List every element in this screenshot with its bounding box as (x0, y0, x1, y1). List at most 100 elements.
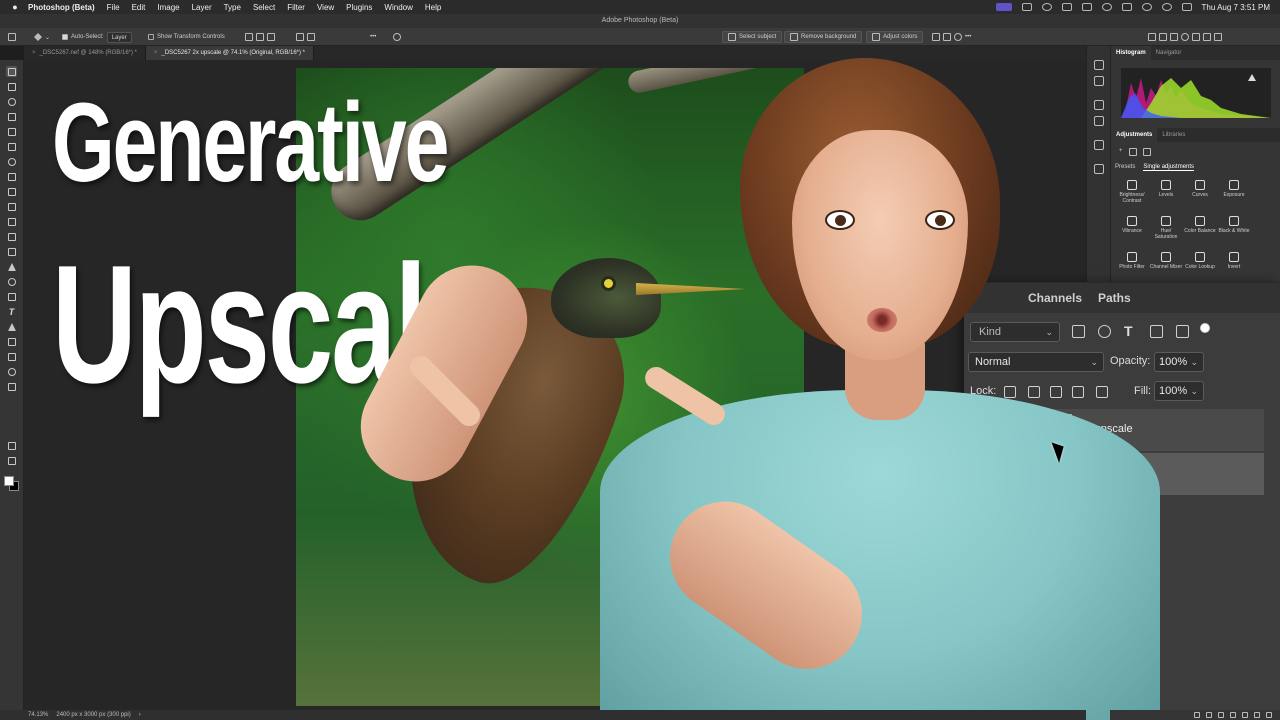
adj-levels[interactable]: Levels (1149, 180, 1183, 198)
zoom-tool-icon[interactable] (6, 366, 17, 377)
layer-row-empty[interactable] (964, 453, 1264, 495)
new-layer-icon[interactable] (1254, 712, 1260, 718)
trash-icon[interactable] (1142, 148, 1151, 156)
adjust-colors-button[interactable]: Adjust colors (866, 28, 924, 46)
document-canvas[interactable]: Generative Upscale (24, 60, 1086, 710)
pixel-filter-icon[interactable] (1072, 325, 1085, 338)
adj-black-white[interactable]: Black & White (1217, 216, 1251, 234)
quick-mask-icon[interactable] (6, 440, 17, 451)
remove-background-button[interactable]: Remove background (784, 28, 863, 46)
dropbox-icon[interactable] (1061, 3, 1072, 11)
tab-single-adjustments[interactable]: Single adjustments (1143, 164, 1195, 171)
blur-tool-icon[interactable] (6, 261, 17, 272)
adj-hue-saturation[interactable]: Hue/ Saturation (1149, 216, 1183, 240)
layer-thumbnail[interactable] (1000, 414, 1028, 446)
distribute-icons[interactable] (296, 28, 315, 46)
opacity-field[interactable]: 100% ⌄ (1154, 352, 1204, 372)
close-tab-icon[interactable]: × (154, 46, 158, 60)
history-panel-icon[interactable] (1094, 60, 1104, 70)
fx-icon[interactable] (1206, 712, 1212, 718)
adj-vibrance[interactable]: Vibrance (1115, 216, 1149, 234)
tab-channels[interactable]: Channels (1028, 291, 1082, 305)
dodge-tool-icon[interactable] (6, 276, 17, 287)
menu-plugins[interactable]: Plugins (346, 3, 372, 12)
foreground-color-swatch[interactable] (4, 476, 14, 486)
transform-controls-checkbox[interactable] (148, 34, 154, 40)
layers-panel-icon[interactable] (1094, 164, 1104, 174)
hand-tool-icon[interactable] (6, 351, 17, 362)
home-icon[interactable] (8, 28, 16, 46)
layer-row[interactable]: 2x upscale (964, 409, 1264, 451)
select-subject-button[interactable]: Select subject (722, 28, 783, 46)
brush-tool-icon[interactable] (6, 186, 17, 197)
adj-brightness-contrast[interactable]: Brightness/ Contrast (1115, 180, 1149, 204)
screen-mode-icon[interactable] (6, 455, 17, 466)
lock-artboard-icon[interactable] (1072, 386, 1084, 398)
menu-help[interactable]: Help (425, 3, 441, 12)
adj-channel-mixer[interactable]: Channel Mixer (1149, 252, 1183, 270)
menu-image[interactable]: Image (157, 3, 179, 12)
tab-navigator[interactable]: Navigator (1151, 46, 1187, 60)
add-icon[interactable]: + (1119, 148, 1123, 156)
bluetooth-icon[interactable] (1101, 3, 1112, 11)
blend-mode-dropdown[interactable]: Normal ⌄ (968, 352, 1104, 372)
object-selection-tool-icon[interactable] (6, 111, 17, 122)
menu-file[interactable]: File (107, 3, 120, 12)
monitor-icon[interactable] (1081, 3, 1092, 11)
lock-position-icon[interactable] (1050, 386, 1062, 398)
clone-stamp-tool-icon[interactable] (6, 201, 17, 212)
shape-filter-icon[interactable] (1150, 325, 1163, 338)
menu-view[interactable]: View (317, 3, 334, 12)
adj-exposure[interactable]: Exposure (1217, 180, 1251, 198)
marquee-tool-icon[interactable] (6, 81, 17, 92)
group-icon[interactable] (1242, 712, 1248, 718)
menu-layer[interactable]: Layer (192, 3, 212, 12)
smart-object-filter-icon[interactable] (1176, 325, 1189, 338)
menu-window[interactable]: Window (384, 3, 412, 12)
camera-icon[interactable] (1021, 3, 1032, 11)
battery-icon[interactable] (1121, 3, 1132, 11)
menu-select[interactable]: Select (253, 3, 275, 12)
lasso-tool-icon[interactable] (6, 96, 17, 107)
info-panel-icon[interactable] (1094, 116, 1104, 126)
transform-controls-option[interactable]: Show Transform Controls (148, 28, 225, 46)
rectangle-tool-icon[interactable] (6, 336, 17, 347)
layer-filter-kind[interactable]: Kind ⌄ (970, 322, 1060, 342)
link-icon[interactable] (1032, 423, 1040, 435)
gear-icon[interactable] (393, 28, 401, 46)
folder-icon[interactable] (1128, 148, 1137, 156)
tab-document-original[interactable]: × _DSC5267.nef @ 148% (RGB/16*) * (24, 46, 146, 60)
tab-histogram[interactable]: Histogram (1111, 46, 1151, 60)
move-tool-preset[interactable]: ⌄ (34, 28, 50, 46)
screen-record-icon[interactable] (995, 3, 1012, 11)
layer-name[interactable]: 2x upscale (1080, 423, 1133, 435)
pen-tool-icon[interactable] (6, 291, 17, 302)
auto-select-dropdown[interactable]: Layer (106, 31, 132, 43)
adjustment-layer-icon[interactable] (1230, 712, 1236, 718)
type-filter-icon[interactable]: T (1124, 324, 1137, 338)
adj-invert[interactable]: Invert (1217, 252, 1251, 270)
document-info[interactable]: 2400 px x 3000 px (300 ppi) (56, 712, 130, 718)
warning-icon[interactable] (1248, 74, 1256, 81)
play-icon[interactable] (1041, 3, 1052, 11)
adj-color-lookup[interactable]: Color Lookup (1183, 252, 1217, 270)
lock-transparent-icon[interactable] (1004, 386, 1016, 398)
properties-panel-icon[interactable] (1094, 100, 1104, 110)
app-menu[interactable]: Photoshop (Beta) (28, 3, 95, 12)
tab-paths[interactable]: Paths (1098, 291, 1131, 305)
eraser-tool-icon[interactable] (6, 231, 17, 242)
wifi-icon[interactable] (1141, 3, 1152, 11)
adjustment-filter-icon[interactable] (1098, 325, 1111, 338)
adj-color-balance[interactable]: Color Balance (1183, 216, 1217, 234)
delete-layer-icon[interactable] (1266, 712, 1272, 718)
apple-icon[interactable]: ● (10, 2, 20, 12)
menu-edit[interactable]: Edit (132, 3, 146, 12)
eyedropper-tool-icon[interactable] (6, 156, 17, 167)
share-icons[interactable] (1148, 28, 1222, 46)
crop-tool-icon[interactable] (6, 126, 17, 137)
brushes-panel-icon[interactable] (1094, 140, 1104, 150)
gradient-tool-icon[interactable] (6, 246, 17, 257)
actions-panel-icon[interactable] (1094, 76, 1104, 86)
control-center-icon[interactable] (1181, 3, 1192, 11)
healing-brush-tool-icon[interactable] (6, 171, 17, 182)
